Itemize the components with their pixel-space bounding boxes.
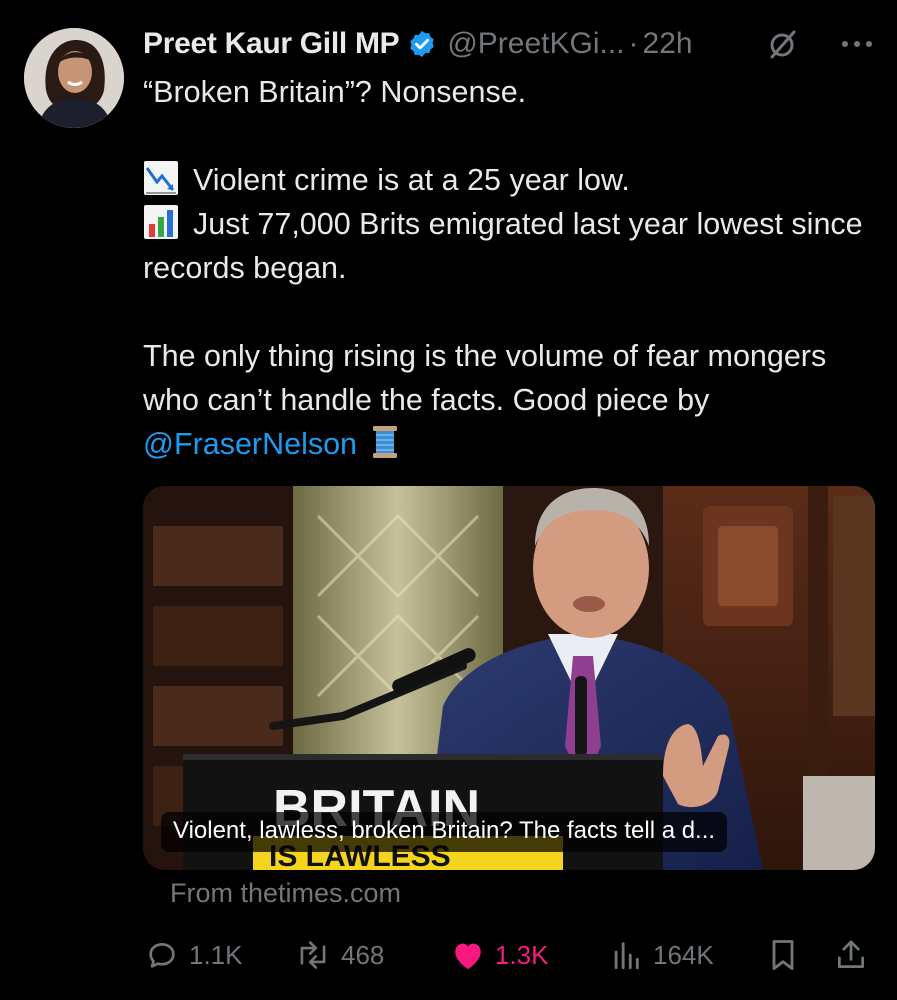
like-count: 1.3K — [495, 939, 549, 970]
tweet-line-closing: The only thing rising is the volume of f… — [143, 334, 883, 466]
tweet-line-emigration-text: Just 77,000 Brits emigrated last year lo… — [143, 207, 863, 285]
heart-icon — [451, 939, 485, 971]
timestamp[interactable]: 22h — [643, 27, 693, 61]
views-count: 164K — [653, 939, 714, 970]
author-display-name[interactable]: Preet Kaur Gill MP — [143, 27, 400, 61]
chart-decreasing-icon — [143, 160, 179, 196]
reply-count: 1.1K — [189, 939, 243, 970]
mention-link[interactable]: @FraserNelson — [143, 427, 357, 461]
bookmark-icon — [768, 937, 798, 973]
bookmark-button[interactable] — [768, 932, 798, 978]
thread-spool-icon — [367, 424, 403, 460]
action-bar: 1.1K 468 1.3K 164K — [143, 932, 878, 978]
share-button[interactable] — [835, 932, 867, 978]
tweet-line-crime-text: Violent crime is at a 25 year low. — [193, 163, 630, 197]
share-icon — [835, 937, 867, 973]
like-button[interactable]: 1.3K — [451, 932, 549, 978]
tweet-line-crime: Violent crime is at a 25 year low. — [143, 158, 883, 202]
tweet-line-closing-text: The only thing rising is the volume of f… — [143, 339, 827, 417]
tweet[interactable]: Preet Kaur Gill MP @PreetKGi... · 22h “B… — [0, 0, 897, 1000]
avatar-image — [24, 28, 124, 128]
link-card[interactable]: BRITAIN IS LAWLESS Violent, lawless, bro… — [143, 486, 875, 870]
views-icon — [609, 938, 643, 972]
bar-chart-icon — [143, 204, 179, 240]
card-source[interactable]: From thetimes.com — [170, 878, 401, 909]
repost-count: 468 — [341, 939, 385, 970]
author-handle[interactable]: @PreetKGi... — [447, 27, 624, 61]
repost-icon — [295, 938, 331, 972]
grok-icon[interactable] — [767, 28, 799, 60]
reply-icon — [145, 938, 179, 972]
tweet-line-emigration: Just 77,000 Brits emigrated last year lo… — [143, 202, 883, 290]
avatar[interactable] — [24, 28, 124, 128]
card-caption[interactable]: Violent, lawless, broken Britain? The fa… — [161, 812, 728, 852]
tweet-text: “Broken Britain”? Nonsense. Violent crim… — [143, 70, 883, 466]
tweet-line-heading: “Broken Britain”? Nonsense. — [143, 75, 527, 109]
verified-badge-icon[interactable] — [407, 29, 437, 59]
views-button[interactable]: 164K — [609, 932, 714, 978]
repost-button[interactable]: 468 — [295, 932, 384, 978]
reply-button[interactable]: 1.1K — [145, 932, 243, 978]
more-options-icon[interactable] — [837, 28, 877, 60]
tweet-header: Preet Kaur Gill MP @PreetKGi... · 22h — [143, 22, 877, 66]
separator-dot: · — [628, 27, 639, 60]
